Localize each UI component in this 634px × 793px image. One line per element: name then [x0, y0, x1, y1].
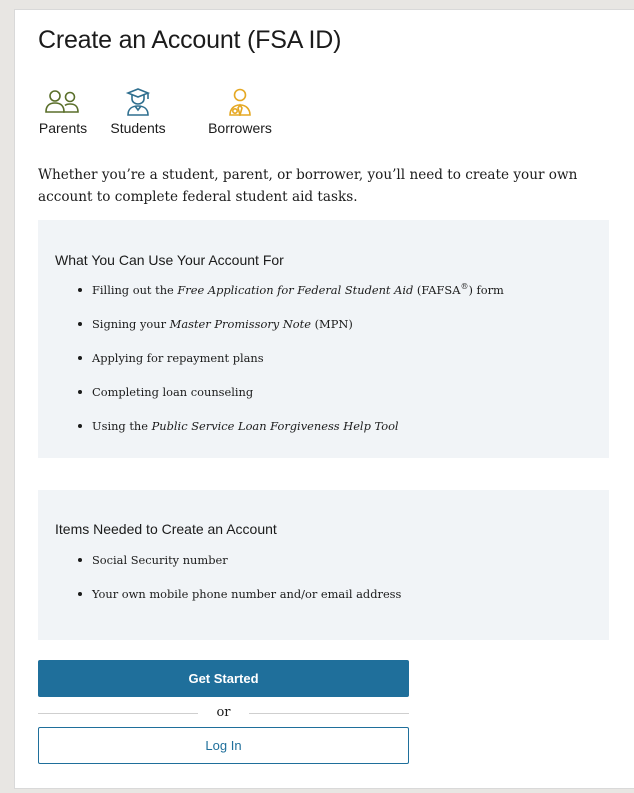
role-parents[interactable]: Parents	[38, 88, 88, 136]
list-item: Completing loan counseling	[76, 384, 504, 418]
account-uses-list: Filling out the Free Application for Fed…	[76, 282, 504, 452]
role-label: Borrowers	[208, 120, 272, 136]
list-item: Filling out the Free Application for Fed…	[76, 282, 504, 316]
role-label: Students	[110, 120, 166, 136]
list-item: Using the Public Service Loan Forgivenes…	[76, 418, 504, 452]
list-item: Social Security number	[76, 552, 401, 586]
role-label: Parents	[38, 120, 88, 136]
list-item: Signing your Master Promissory Note (MPN…	[76, 316, 504, 350]
divider-line	[249, 713, 409, 714]
page-title: Create an Account (FSA ID)	[38, 26, 342, 54]
role-borrowers[interactable]: Borrowers	[195, 88, 285, 136]
borrower-icon	[229, 88, 251, 116]
list-item: Applying for repayment plans	[76, 350, 504, 384]
intro-text: Whether you’re a student, parent, or bor…	[38, 167, 578, 205]
account-uses-heading: What You Can Use Your Account For	[55, 252, 284, 268]
get-started-button[interactable]: Get Started	[38, 660, 409, 697]
log-in-button[interactable]: Log In	[38, 727, 409, 764]
parents-icon	[45, 90, 79, 113]
list-item: Your own mobile phone number and/or emai…	[76, 586, 401, 620]
graduate-icon	[125, 88, 151, 116]
account-uses-box: What You Can Use Your Account For Fillin…	[38, 220, 609, 458]
role-students[interactable]: Students	[100, 88, 176, 136]
items-needed-box: Items Needed to Create an Account Social…	[38, 490, 609, 640]
role-list: Parents Students Borrowers	[38, 88, 338, 148]
items-needed-heading: Items Needed to Create an Account	[55, 521, 277, 537]
items-needed-list: Social Security number Your own mobile p…	[76, 552, 401, 620]
or-divider: or	[38, 704, 409, 722]
